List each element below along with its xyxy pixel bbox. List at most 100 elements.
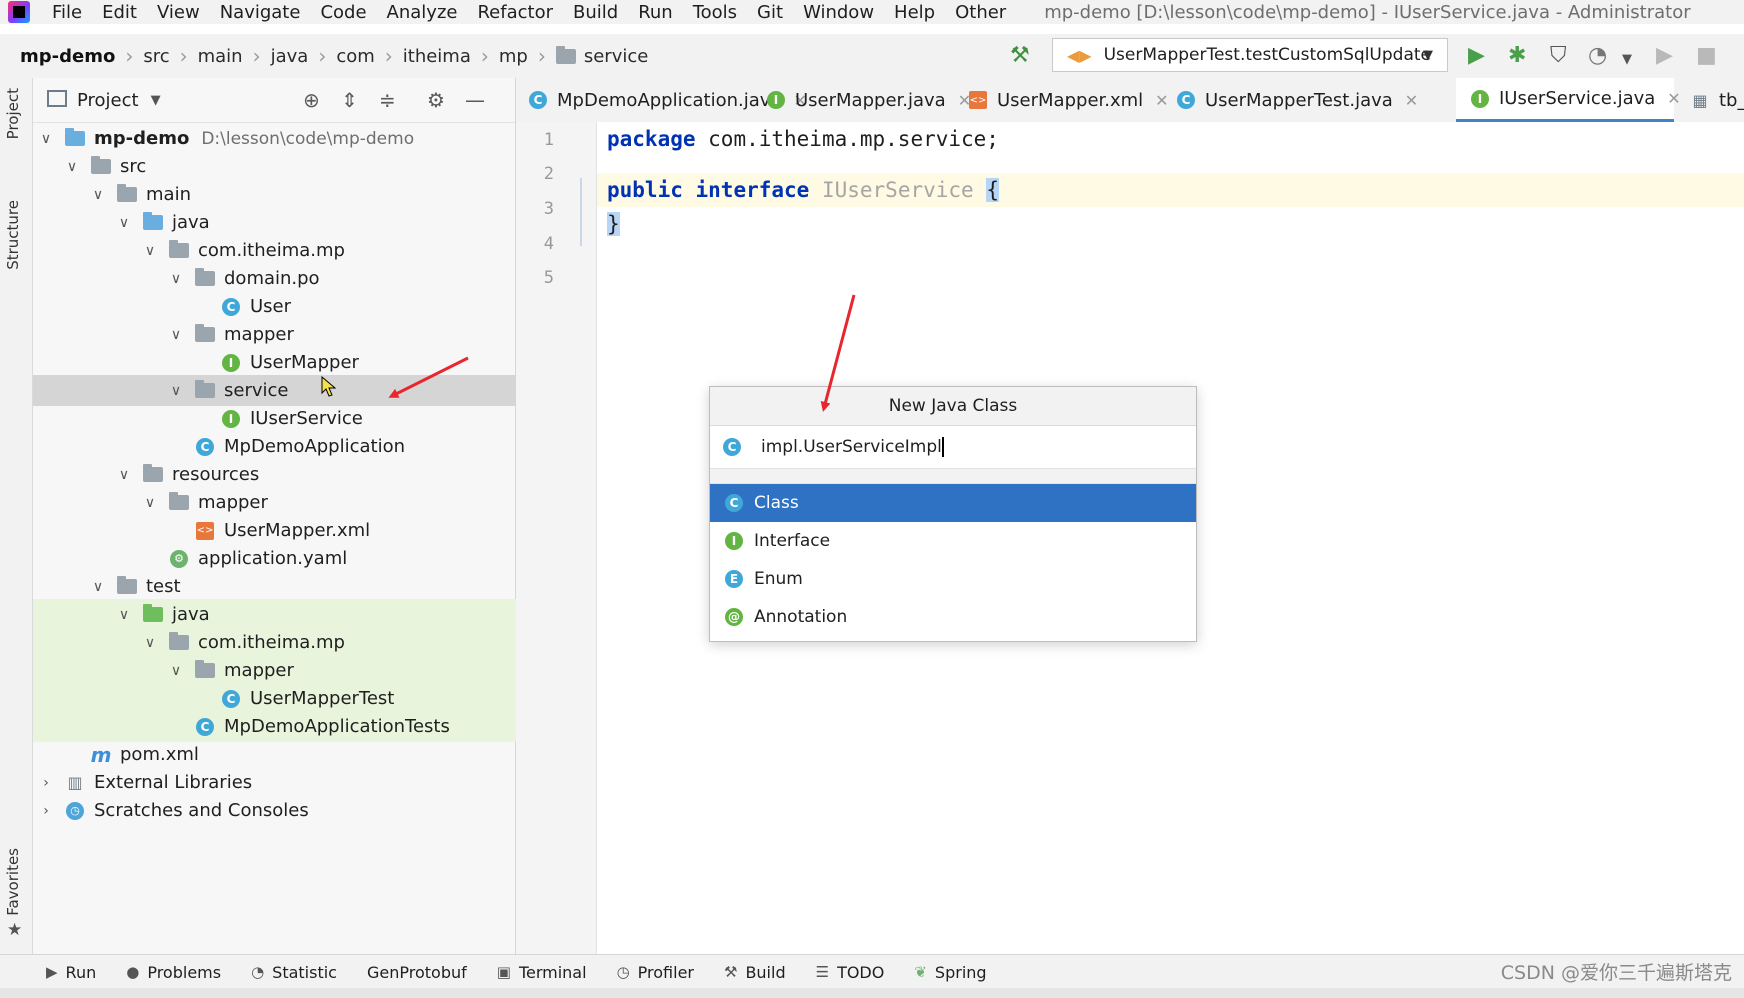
chevron-down-icon[interactable]: ∨ — [141, 495, 159, 511]
menu-run[interactable]: Run — [628, 2, 683, 23]
chevron-right-icon[interactable]: › — [37, 803, 55, 819]
menu-edit[interactable]: Edit — [92, 2, 147, 23]
kind-option-enum[interactable]: E Enum — [710, 560, 1196, 598]
breadcrumb-separator: › — [384, 44, 393, 68]
tool-tab-project[interactable]: Project — [4, 88, 22, 139]
locate-file-icon[interactable]: ⊕ — [303, 88, 320, 112]
breadcrumb-java[interactable]: java — [267, 46, 313, 67]
menu-refactor[interactable]: Refactor — [467, 2, 563, 23]
chevron-down-icon[interactable]: ∨ — [167, 327, 185, 343]
chevron-down-icon[interactable]: ∨ — [89, 579, 107, 595]
tool-run[interactable]: ▶ Run — [46, 963, 96, 982]
tab-label: UserMapperTest.java — [1205, 89, 1393, 111]
tool-tab-favorites[interactable]: Favorites — [4, 848, 22, 916]
breadcrumb-project[interactable]: mp-demo — [16, 46, 119, 67]
run-configuration-dropdown[interactable]: ◀▶ UserMapperTest.testCustomSqlUpdate ▼ — [1052, 38, 1448, 72]
tree-item-resources[interactable]: ∨ resources — [33, 459, 597, 490]
chevron-down-icon[interactable]: ∨ — [115, 607, 133, 623]
tree-item-mp-demo[interactable]: ∨ mp-demo D:\lesson\code\mp-demo — [33, 123, 519, 154]
chevron-down-icon[interactable]: ∨ — [37, 131, 55, 147]
breadcrumb-com[interactable]: com — [332, 46, 378, 67]
stop-icon[interactable]: ■ — [1696, 44, 1717, 68]
menu-git[interactable]: Git — [747, 2, 793, 23]
close-icon[interactable]: ✕ — [1405, 91, 1418, 110]
gear-icon[interactable]: ⚙ — [427, 88, 445, 112]
tab-label: MpDemoApplication.java — [557, 89, 782, 111]
chevron-down-icon[interactable]: ∨ — [141, 635, 159, 651]
tool-tab-structure[interactable]: Structure — [4, 200, 22, 270]
tree-item-label: pom.xml — [120, 744, 199, 765]
more-run-chevron-icon[interactable]: ▼ — [1622, 48, 1632, 72]
menu-code[interactable]: Code — [310, 2, 376, 23]
chevron-down-icon[interactable]: ∨ — [89, 187, 107, 203]
tree-item-main[interactable]: ∨ main — [33, 179, 571, 210]
class-name-input[interactable]: C impl.UserServiceImpl — [710, 426, 1196, 469]
tree-item-pom-xml[interactable]: m pom.xml — [33, 739, 573, 770]
tool-problems[interactable]: ● Problems — [126, 963, 221, 982]
breadcrumb-service[interactable]: service — [552, 45, 652, 67]
project-panel-title[interactable]: Project — [77, 90, 139, 111]
chevron-down-icon[interactable]: ▼ — [151, 93, 161, 108]
menu-other[interactable]: Other — [945, 2, 1016, 23]
chevron-down-icon[interactable]: ∨ — [141, 243, 159, 259]
profile-icon[interactable]: ◔ — [1588, 44, 1607, 68]
folder-icon — [169, 492, 189, 513]
chevron-down-icon[interactable]: ∨ — [63, 159, 81, 175]
menu-tools[interactable]: Tools — [683, 2, 747, 23]
tree-item-test[interactable]: ∨ test — [33, 571, 571, 602]
menu-window[interactable]: Window — [793, 2, 884, 23]
run-icon[interactable]: ▶ — [1468, 44, 1485, 68]
chevron-down-icon[interactable]: ∨ — [167, 663, 185, 679]
tab-iuserservice[interactable]: I IUserService.java ✕ — [1456, 78, 1681, 122]
tree-item-label: test — [146, 576, 181, 597]
kind-option-class[interactable]: C Class — [710, 484, 1196, 522]
tab-tb-user[interactable]: ▦ tb_use — [1678, 78, 1744, 122]
coverage-icon[interactable]: ⛉ — [1550, 44, 1567, 68]
chevron-down-icon[interactable]: ∨ — [167, 383, 185, 399]
rerun-icon[interactable]: ▶ — [1656, 44, 1673, 68]
breadcrumb-src[interactable]: src — [139, 46, 173, 67]
build-hammer-icon[interactable]: ⚒ — [1010, 44, 1030, 68]
expand-all-icon[interactable]: ⇕ — [341, 88, 358, 112]
kind-option-interface[interactable]: I Interface — [710, 522, 1196, 560]
tool-todo[interactable]: ☰ TODO — [816, 963, 885, 982]
chevron-down-icon[interactable]: ∨ — [115, 215, 133, 231]
chevron-down-icon[interactable]: ∨ — [115, 467, 133, 483]
tab-mpdemoapplication[interactable]: C MpDemoApplication.java ✕ — [516, 78, 807, 122]
hide-panel-icon[interactable]: — — [465, 88, 485, 112]
menu-file[interactable]: File — [42, 2, 92, 23]
tool-profiler[interactable]: ◷ Profiler — [617, 963, 694, 982]
menu-navigate[interactable]: Navigate — [210, 2, 311, 23]
tab-usermappertest[interactable]: C UserMapperTest.java ✕ — [1164, 78, 1418, 122]
tree-item-scratches[interactable]: › ◷ Scratches and Consoles — [33, 795, 519, 826]
collapse-all-icon[interactable]: ≑ — [379, 88, 396, 112]
debug-icon[interactable]: ✱ — [1508, 44, 1526, 68]
menu-analyze[interactable]: Analyze — [377, 2, 468, 23]
tool-genprotobuf[interactable]: GenProtobuf — [367, 963, 467, 982]
menu-view[interactable]: View — [147, 2, 210, 23]
breadcrumb-main[interactable]: main — [194, 46, 247, 67]
package-icon — [169, 240, 189, 261]
chevron-right-icon[interactable]: › — [37, 775, 55, 791]
tool-spring[interactable]: ❦ Spring — [914, 963, 986, 982]
tool-build[interactable]: ⚒ Build — [724, 963, 786, 982]
menu-help[interactable]: Help — [884, 2, 945, 23]
tree-item-src[interactable]: ∨ src — [33, 151, 545, 182]
window-title: mp-demo [D:\lesson\code\mp-demo] - IUser… — [1044, 1, 1691, 23]
breadcrumb-mp[interactable]: mp — [495, 46, 532, 67]
chevron-down-icon[interactable]: ∨ — [167, 271, 185, 287]
kind-option-annotation[interactable]: @ Annotation — [710, 598, 1196, 636]
tree-item-java[interactable]: ∨ java — [33, 207, 597, 238]
breadcrumb-itheima[interactable]: itheima — [399, 46, 475, 67]
tab-usermapper-java[interactable]: I UserMapper.java ✕ — [754, 78, 971, 122]
breadcrumb-separator: › — [480, 44, 489, 68]
libraries-icon: ▥ — [67, 773, 83, 792]
hammer-icon: ⚒ — [723, 963, 738, 981]
tree-item-label: main — [146, 184, 191, 205]
tool-terminal[interactable]: ▣ Terminal — [497, 963, 587, 982]
tab-usermapper-xml[interactable]: <> UserMapper.xml ✕ — [956, 78, 1169, 122]
tree-item-test-java[interactable]: ∨ java — [33, 599, 597, 630]
tool-statistic[interactable]: ◔ Statistic — [251, 963, 337, 982]
menu-build[interactable]: Build — [563, 2, 628, 23]
tree-item-external-libraries[interactable]: › ▥ External Libraries — [33, 767, 519, 798]
